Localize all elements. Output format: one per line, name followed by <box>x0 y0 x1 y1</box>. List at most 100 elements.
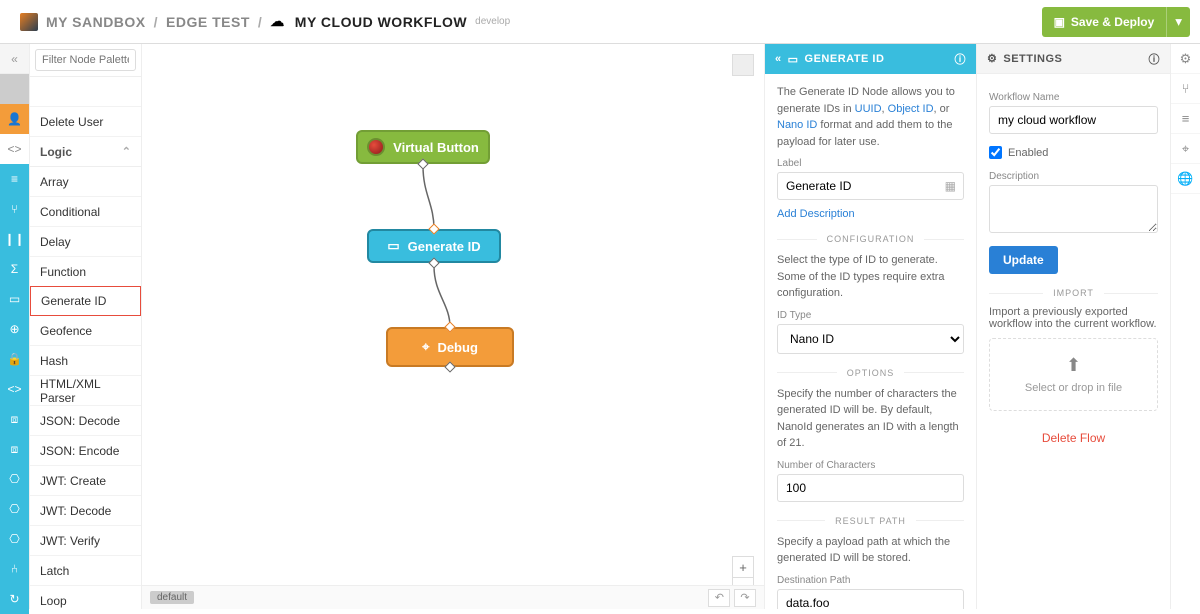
palette-item-geofence[interactable]: Geofence <box>30 316 141 346</box>
node-output-port[interactable] <box>428 257 439 268</box>
node-output-port[interactable] <box>444 361 455 372</box>
breadcrumb-workflow[interactable]: MY CLOUD WORKFLOW <box>295 14 467 30</box>
debug-node[interactable]: ⌖ Debug <box>386 327 514 367</box>
html-parser-icon[interactable]: <> <box>0 374 29 404</box>
undo-button[interactable]: ↶ <box>708 589 730 607</box>
globe-rail-button[interactable]: 🌐 <box>1171 164 1200 194</box>
palette-item-html-parser[interactable]: HTML/XML Parser <box>30 376 141 406</box>
palette-icon[interactable] <box>0 74 29 104</box>
destpath-input[interactable] <box>777 589 964 610</box>
zoom-in-button[interactable]: + <box>732 556 754 578</box>
help-icon[interactable]: ⓘ <box>1149 51 1161 67</box>
deploy-dropdown-button[interactable]: ▾ <box>1166 7 1190 37</box>
add-description-link[interactable]: Add Description <box>777 208 964 220</box>
branch-label: develop <box>475 16 510 27</box>
dropzone-label: Select or drop in file <box>1025 382 1122 394</box>
chevron-up-icon: ⌃ <box>122 145 131 158</box>
description-textarea[interactable] <box>989 185 1158 233</box>
palette-item-jwt-create[interactable]: JWT: Create <box>30 466 141 496</box>
id-card-icon: ▭ <box>387 238 399 254</box>
redo-button[interactable]: ↷ <box>734 589 756 607</box>
palette-item-jwt-verify[interactable]: JWT: Verify <box>30 526 141 556</box>
json-encode-icon[interactable]: ⧈ <box>0 434 29 464</box>
palette-item-json-encode[interactable]: JSON: Encode <box>30 436 141 466</box>
node-input-port[interactable] <box>444 321 455 332</box>
template-icon[interactable]: ▦ <box>945 179 956 193</box>
hash-icon[interactable]: 🔒 <box>0 344 29 374</box>
cloud-icon: ☁ <box>270 13 285 30</box>
settings-rail-button[interactable]: ⚙ <box>1171 44 1200 74</box>
uuid-link[interactable]: UUID <box>855 103 882 115</box>
palette-item-generate-id[interactable]: Generate ID <box>30 286 141 316</box>
palette-category-logic[interactable]: Logic ⌃ <box>30 137 141 167</box>
geofence-icon[interactable]: ⊕ <box>0 314 29 344</box>
enabled-checkbox[interactable] <box>989 146 1002 159</box>
palette-item-delete-user[interactable]: Delete User <box>30 107 141 137</box>
palette-item-conditional[interactable]: Conditional <box>30 197 141 227</box>
debug-rail-button[interactable]: ⌖ <box>1171 134 1200 164</box>
storage-rail-button[interactable]: ≡ <box>1171 104 1200 134</box>
delay-icon[interactable]: ❙❙ <box>0 224 29 254</box>
import-help: Import a previously exported workflow in… <box>989 306 1158 330</box>
palette-item-delay[interactable]: Delay <box>30 227 141 257</box>
logic-category-icon[interactable]: <> <box>0 134 29 164</box>
workflow-name-label: Workflow Name <box>989 92 1158 103</box>
objectid-link[interactable]: Object ID <box>888 103 934 115</box>
label-input[interactable] <box>777 172 964 200</box>
virtual-button-node[interactable]: Virtual Button <box>356 130 490 164</box>
collapse-palette-button[interactable]: « <box>0 44 29 74</box>
node-palette: Delete User Logic ⌃ Array Conditional De… <box>30 44 142 609</box>
palette-item-hash[interactable]: Hash <box>30 346 141 376</box>
help-icon[interactable]: ⓘ <box>955 51 967 67</box>
settings-title: SETTINGS <box>1003 53 1062 65</box>
palette-user-icon[interactable]: 👤 <box>0 104 29 134</box>
bug-icon: ⌖ <box>422 339 429 355</box>
conditional-icon[interactable]: ⑂ <box>0 194 29 224</box>
breadcrumb-sandbox[interactable]: MY SANDBOX <box>46 14 146 30</box>
node-config-panel: « ▭ GENERATE ID ⓘ The Generate ID Node a… <box>764 44 976 609</box>
nanoid-link[interactable]: Nano ID <box>777 119 817 131</box>
workflow-canvas[interactable]: Virtual Button ▭ Generate ID ⌖ Debug + −… <box>142 44 764 609</box>
idtype-select[interactable]: Nano ID <box>777 324 964 354</box>
numchar-label: Number of Characters <box>777 460 964 471</box>
palette-item-latch[interactable]: Latch <box>30 556 141 586</box>
palette-item-blank[interactable] <box>30 77 141 107</box>
generate-id-icon[interactable]: ▭ <box>0 284 29 314</box>
workflow-name-input[interactable] <box>989 106 1158 134</box>
palette-item-json-decode[interactable]: JSON: Decode <box>30 406 141 436</box>
array-icon[interactable]: ≡ <box>0 164 29 194</box>
node-label: Virtual Button <box>393 140 479 155</box>
breadcrumb-edge[interactable]: EDGE TEST <box>166 14 250 30</box>
palette-item-function[interactable]: Function <box>30 257 141 287</box>
panel-intro: The Generate ID Node allows you to gener… <box>777 84 964 150</box>
palette-item-jwt-decode[interactable]: JWT: Decode <box>30 496 141 526</box>
function-icon[interactable]: Σ <box>0 254 29 284</box>
collapse-icon[interactable]: « <box>775 53 782 65</box>
jwt-verify-icon[interactable]: ⎔ <box>0 524 29 554</box>
delete-flow-link[interactable]: Delete Flow <box>989 431 1158 445</box>
latch-icon[interactable]: ⑃ <box>0 554 29 584</box>
jwt-decode-icon[interactable]: ⎔ <box>0 494 29 524</box>
breadcrumb-separator: / <box>258 14 262 30</box>
section-import: IMPORT <box>1043 288 1104 298</box>
palette-item-array[interactable]: Array <box>30 167 141 197</box>
loop-icon[interactable]: ↻ <box>0 584 29 614</box>
jwt-create-icon[interactable]: ⎔ <box>0 464 29 494</box>
palette-item-loop[interactable]: Loop <box>30 586 141 609</box>
import-dropzone[interactable]: ⬆ Select or drop in file <box>989 338 1158 411</box>
version-tag[interactable]: default <box>150 591 194 604</box>
canvas-toggle-button[interactable] <box>732 54 754 76</box>
panel-title: GENERATE ID <box>805 53 885 65</box>
json-decode-icon[interactable]: ⧈ <box>0 404 29 434</box>
node-input-port[interactable] <box>428 223 439 234</box>
config-help: Select the type of ID to generate. Some … <box>777 252 964 302</box>
node-output-port[interactable] <box>417 158 428 169</box>
idtype-label: ID Type <box>777 310 964 321</box>
generate-id-node[interactable]: ▭ Generate ID <box>367 229 501 263</box>
numchar-input[interactable] <box>777 474 964 502</box>
save-deploy-button[interactable]: ▣ Save & Deploy <box>1042 7 1167 37</box>
update-button[interactable]: Update <box>989 246 1058 274</box>
palette-filter-input[interactable] <box>35 49 136 71</box>
branch-rail-button[interactable]: ⑂ <box>1171 74 1200 104</box>
upload-icon: ⬆ <box>998 355 1149 376</box>
